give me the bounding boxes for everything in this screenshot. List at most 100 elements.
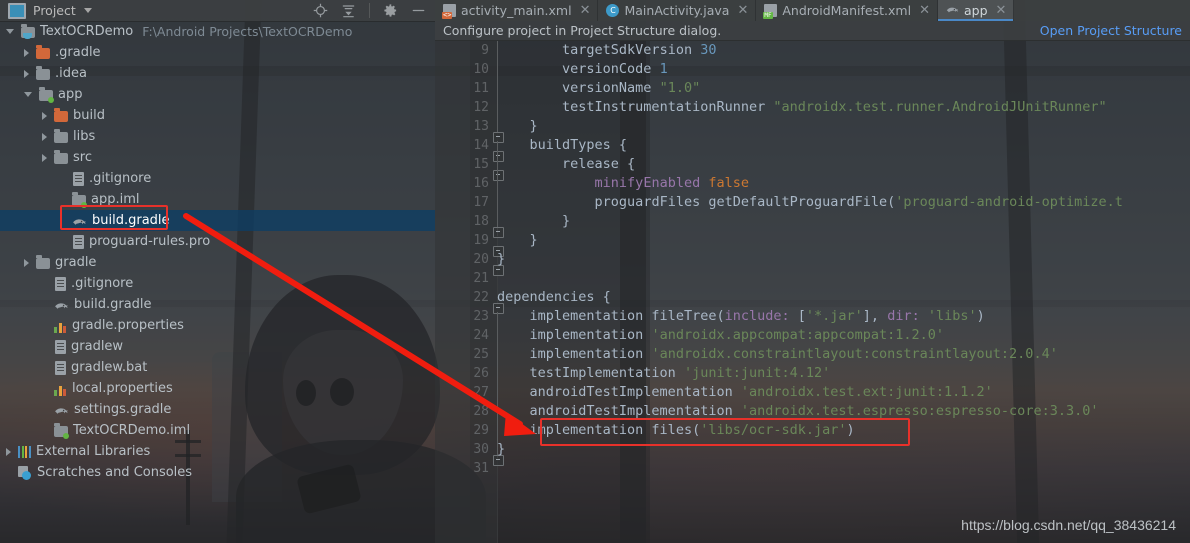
code-line[interactable]: release { xyxy=(497,155,1190,174)
gutter-line-number[interactable]: 19 xyxy=(435,231,497,250)
collapse-all-icon[interactable] xyxy=(341,3,356,18)
chevron-expanded-icon[interactable] xyxy=(24,92,32,97)
close-icon[interactable]: ✕ xyxy=(996,4,1007,17)
code-line[interactable]: androidTestImplementation 'androidx.test… xyxy=(497,402,1190,421)
close-icon[interactable]: ✕ xyxy=(737,4,748,17)
minimize-icon[interactable] xyxy=(411,3,426,18)
tree-row-local-properties[interactable]: local.properties xyxy=(0,378,435,399)
tree-row-build-gradle[interactable]: build.gradle xyxy=(0,294,435,315)
gear-icon[interactable] xyxy=(383,3,398,18)
tree-row-libs[interactable]: libs xyxy=(0,126,435,147)
gutter-line-number[interactable]: 11 xyxy=(435,79,497,98)
tab-androidmanifest-xml[interactable]: AndroidManifest.xml ✕ xyxy=(756,0,938,21)
code-line[interactable]: } xyxy=(497,117,1190,136)
chevron-collapsed-icon[interactable] xyxy=(42,111,47,120)
tree-row-settings-gradle[interactable]: settings.gradle xyxy=(0,399,435,420)
code-line[interactable] xyxy=(497,269,1190,288)
code-line[interactable]: testInstrumentationRunner "androidx.test… xyxy=(497,98,1190,117)
tree-row--idea[interactable]: .idea xyxy=(0,63,435,84)
gutter-line-number[interactable]: 24 xyxy=(435,326,497,345)
tree-row--gitignore[interactable]: .gitignore xyxy=(0,273,435,294)
tree-row-gradle-properties[interactable]: gradle.properties xyxy=(0,315,435,336)
chevron-collapsed-icon[interactable] xyxy=(24,69,29,78)
code-line[interactable]: targetSdkVersion 30 xyxy=(497,41,1190,60)
code-line[interactable]: versionCode 1 xyxy=(497,60,1190,79)
code-line[interactable] xyxy=(497,459,1190,478)
tree-row-textocrdemo-iml[interactable]: TextOCRDemo.iml xyxy=(0,420,435,441)
gutter-line-number[interactable]: 13 xyxy=(435,117,497,136)
code-line[interactable]: testImplementation 'junit:junit:4.12' xyxy=(497,364,1190,383)
tree-row-scratches-and-consoles[interactable]: Scratches and Consoles xyxy=(0,462,435,483)
tab-mainactivity-java[interactable]: C MainActivity.java ✕ xyxy=(598,0,757,21)
chevron-collapsed-icon[interactable] xyxy=(24,258,29,267)
chevron-collapsed-icon[interactable] xyxy=(42,153,47,162)
open-project-structure-link[interactable]: Open Project Structure xyxy=(1040,23,1182,38)
code-line[interactable]: implementation 'androidx.constraintlayou… xyxy=(497,345,1190,364)
code-line[interactable]: versionName "1.0" xyxy=(497,79,1190,98)
gutter-line-number[interactable]: 22 xyxy=(435,288,497,307)
libraries-icon xyxy=(18,446,31,458)
chevron-collapsed-icon[interactable] xyxy=(6,447,11,456)
code-line[interactable]: implementation 'androidx.appcompat:appco… xyxy=(497,326,1190,345)
tree-row-gradle[interactable]: gradle xyxy=(0,252,435,273)
code-line[interactable]: implementation fileTree(include: ['*.jar… xyxy=(497,307,1190,326)
editor-gutter[interactable]: 9 10 11 12 13 14 15 16 17 18 19 20 21 22 23 24 25 26 27 28 2… xyxy=(435,41,498,543)
tree-item-label: build xyxy=(73,108,105,123)
gutter-line-number[interactable]: 20 xyxy=(435,250,497,269)
gutter-line-number[interactable]: 30 xyxy=(435,440,497,459)
close-icon[interactable]: ✕ xyxy=(580,4,591,17)
code-line[interactable]: minifyEnabled false xyxy=(497,174,1190,193)
editor-tabbar[interactable]: activity_main.xml ✕ C MainActivity.java … xyxy=(435,0,1190,21)
editor-code-area[interactable]: targetSdkVersion 30 versionCode 1 versio… xyxy=(497,41,1190,543)
gutter-line-number[interactable]: 15 xyxy=(435,155,497,174)
tree-row-build-gradle[interactable]: build.gradle xyxy=(0,210,435,231)
chevron-down-icon[interactable] xyxy=(83,8,92,13)
code-line[interactable]: } xyxy=(497,440,1190,459)
tab-app-gradle[interactable]: app ✕ xyxy=(937,0,1015,21)
tree-row--gitignore[interactable]: .gitignore xyxy=(0,168,435,189)
code-line[interactable]: buildTypes { xyxy=(497,136,1190,155)
tree-row-build[interactable]: build xyxy=(0,105,435,126)
gutter-line-number[interactable]: 18 xyxy=(435,212,497,231)
gutter-line-number[interactable]: 29 xyxy=(435,421,497,440)
watermark-text: https://blog.csdn.net/qq_38436214 xyxy=(961,517,1176,533)
code-line[interactable]: androidTestImplementation 'androidx.test… xyxy=(497,383,1190,402)
gutter-line-number[interactable]: 10 xyxy=(435,60,497,79)
chevron-collapsed-icon[interactable] xyxy=(42,132,47,141)
gutter-line-number[interactable]: 23 xyxy=(435,307,497,326)
code-line[interactable]: } xyxy=(497,212,1190,231)
gutter-line-number[interactable]: 21 xyxy=(435,269,497,288)
tree-row-app[interactable]: app xyxy=(0,84,435,105)
gutter-line-number[interactable]: 16 xyxy=(435,174,497,193)
project-tree[interactable]: TextOCRDemo F:\Android Projects\TextOCRD… xyxy=(0,21,435,543)
gutter-line-number[interactable]: 28 xyxy=(435,402,497,421)
tree-row-root[interactable]: TextOCRDemo F:\Android Projects\TextOCRD… xyxy=(0,21,435,42)
tree-row-external-libraries[interactable]: External Libraries xyxy=(0,441,435,462)
gutter-line-number[interactable]: 9 xyxy=(435,41,497,60)
gutter-line-number[interactable]: 27 xyxy=(435,383,497,402)
gutter-line-number[interactable]: 26 xyxy=(435,364,497,383)
tree-row-proguard-rules-pro[interactable]: proguard-rules.pro xyxy=(0,231,435,252)
tree-row-gradlew[interactable]: gradlew xyxy=(0,336,435,357)
code-line[interactable]: implementation files('libs/ocr-sdk.jar') xyxy=(497,421,1190,440)
gutter-line-number[interactable]: 17 xyxy=(435,193,497,212)
gradle-icon xyxy=(54,405,69,416)
close-icon[interactable]: ✕ xyxy=(919,4,930,17)
tab-activity_main-xml[interactable]: activity_main.xml ✕ xyxy=(435,0,599,21)
tree-row-app-iml[interactable]: app.iml xyxy=(0,189,435,210)
tree-item-label: gradlew.bat xyxy=(71,360,148,375)
tree-row-gradlew-bat[interactable]: gradlew.bat xyxy=(0,357,435,378)
locate-icon[interactable] xyxy=(313,3,328,18)
gutter-line-number[interactable]: 31 xyxy=(435,459,497,478)
tree-row--gradle[interactable]: .gradle xyxy=(0,42,435,63)
code-line[interactable]: dependencies { xyxy=(497,288,1190,307)
tree-row-src[interactable]: src xyxy=(0,147,435,168)
chevron-expanded-icon[interactable] xyxy=(6,29,14,34)
gutter-line-number[interactable]: 14 xyxy=(435,136,497,155)
gutter-line-number[interactable]: 25 xyxy=(435,345,497,364)
gutter-line-number[interactable]: 12 xyxy=(435,98,497,117)
chevron-collapsed-icon[interactable] xyxy=(24,48,29,57)
code-line[interactable]: } xyxy=(497,231,1190,250)
code-line[interactable]: proguardFiles getDefaultProguardFile('pr… xyxy=(497,193,1190,212)
code-line[interactable]: } xyxy=(497,250,1190,269)
